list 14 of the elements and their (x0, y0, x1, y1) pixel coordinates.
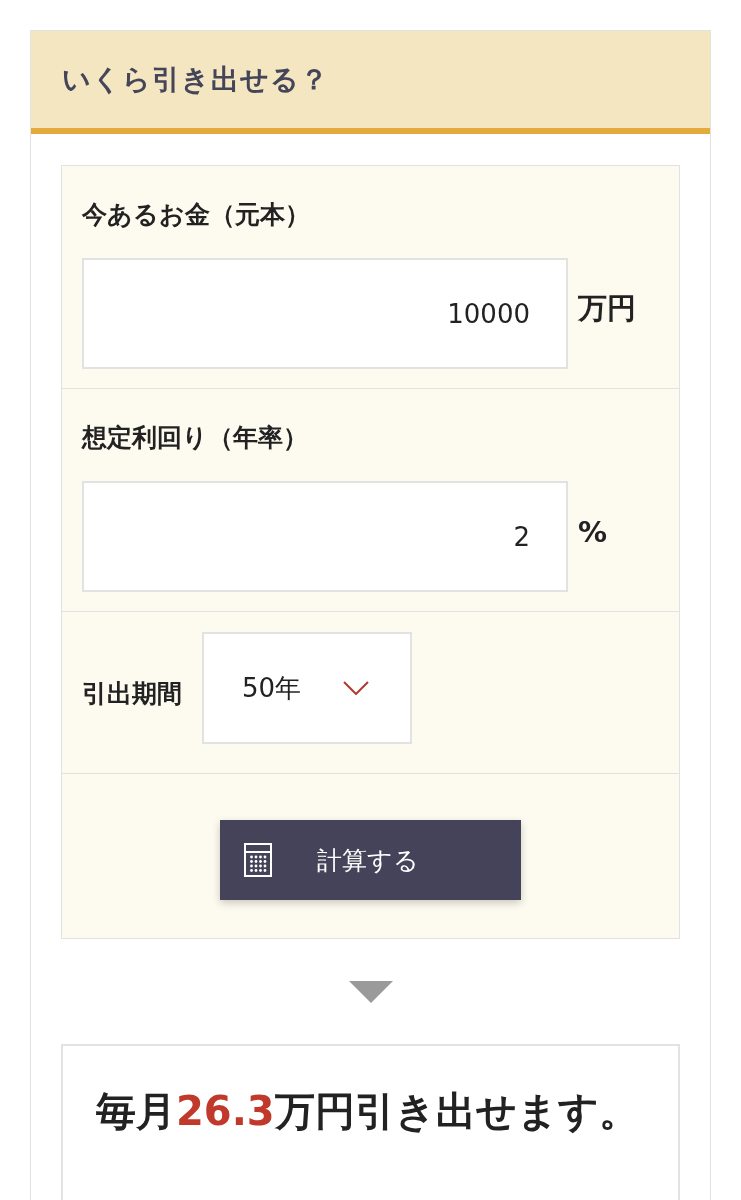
down-arrow-icon (348, 981, 393, 1003)
field-label: 想定利回り（年率） (82, 422, 309, 454)
input-field[interactable]: 10000 (82, 258, 568, 369)
period-select[interactable]: 50年 (202, 632, 412, 744)
calculate-button[interactable]: 計算する (220, 820, 521, 900)
unit-label: % (578, 514, 608, 549)
input-field[interactable]: 2 (82, 481, 568, 592)
card-title: いくら引き出せる？ (62, 61, 329, 98)
field-label: 引出期間 (82, 678, 182, 710)
caret-icon (343, 681, 370, 695)
calculator-icon (244, 843, 272, 877)
unit-label: 万円 (578, 289, 636, 327)
result-text: 毎月 26.3万円引き出せます。 (96, 1087, 640, 1136)
field-label: 今あるお金（元本） (82, 199, 311, 231)
